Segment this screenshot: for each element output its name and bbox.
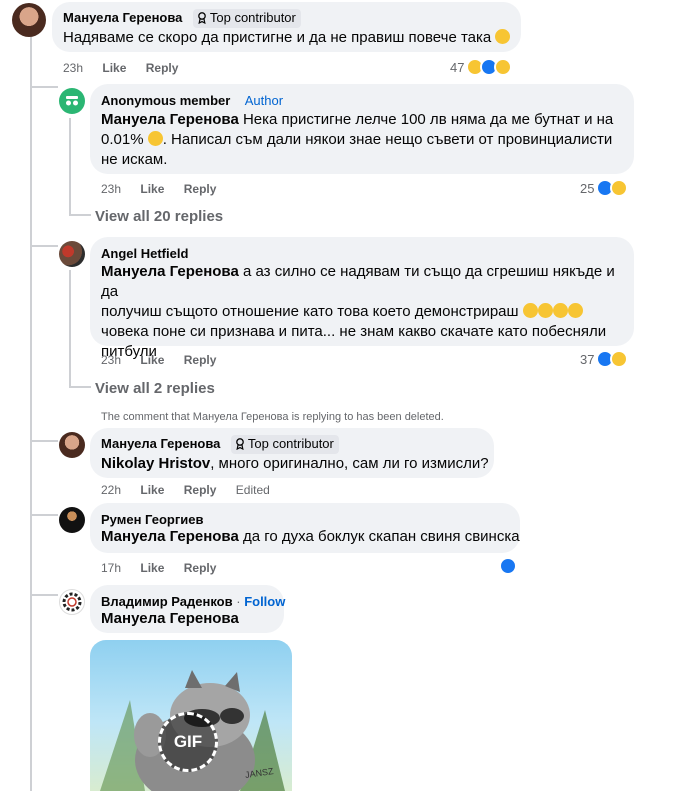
thread-line-reply1 [69,118,71,214]
thread-line-main [30,36,32,791]
reaction-count: 25 [580,180,595,196]
thread-connector-view2 [69,386,91,388]
comment-text: получиш същото отношение като това което… [101,303,519,320]
reaction-count: 37 [580,351,595,367]
award-icon [235,438,245,453]
rofl-emoji-icon [522,303,538,318]
thread-connector-3 [30,440,58,442]
comment-header: Anonymous member Author [101,92,283,110]
top-contributor-badge: Top contributor [192,9,301,28]
edited-label: Edited [235,483,270,497]
author-tag: Author [244,93,284,108]
reaction-summary[interactable]: 47 [450,58,513,76]
like-button[interactable]: Like [102,61,126,75]
comment-text: , много оригинално, сам ли го измисли? [210,455,489,472]
mention-link[interactable]: Мануела Геренова [101,263,239,280]
reply-button[interactable]: Reply [146,61,179,75]
comment-text: човека поне си признава и пита... не зна… [101,323,607,340]
comment-time[interactable]: 23h [101,353,121,367]
wow-reaction-icon [494,58,513,76]
comment-time[interactable]: 23h [101,182,121,196]
reply-button[interactable]: Reply [184,561,217,575]
comment-meta: 17h Like Reply [101,561,232,575]
comment-time[interactable]: 23h [63,61,83,75]
like-button[interactable]: Like [140,483,164,497]
reaction-summary[interactable]: 25 [580,179,629,197]
avatar[interactable] [12,3,46,37]
haha-reaction-icon [610,179,629,197]
mention-link[interactable]: Мануела Геренова [101,610,239,627]
like-reaction-icon [499,557,517,575]
comment-meta: 23h Like Reply [63,61,194,75]
comment-time[interactable]: 22h [101,483,121,497]
comment-author[interactable]: Владимир Раденков [101,594,233,609]
like-button[interactable]: Like [140,353,164,367]
comment-text-wrap: Nikolay Hristov, много оригинално, сам л… [101,454,489,474]
like-button[interactable]: Like [140,182,164,196]
follow-button[interactable]: Follow [244,594,285,609]
comment-author[interactable]: Мануела Геренова [101,436,220,451]
like-button[interactable]: Like [140,561,164,575]
comment-text-wrap: Мануела Геренова Нека пристигне лелче 10… [101,110,626,170]
rofl-emoji-icon [552,303,568,318]
avatar[interactable] [59,241,85,267]
top-contributor-badge: Top contributor [230,435,339,454]
anonymous-icon [66,96,78,106]
laughing-emoji-icon [147,131,163,146]
gif-play-badge[interactable]: GIF [158,712,218,772]
comment-text-wrap: Мануела Геренова а аз силно се надявам т… [101,262,626,362]
comment-header: Мануела Геренова Top contributor [63,9,301,28]
comment-header: Angel Hetfield [101,245,188,263]
comment-author[interactable]: Мануела Геренова [63,10,182,25]
comment-text: 0.01% [101,131,144,148]
comment-author[interactable]: Angel Hetfield [101,246,188,261]
gear-logo-icon [62,592,82,612]
comment-meta: 22h Like Reply Edited [101,483,286,497]
mention-link[interactable]: Мануела Геренова [101,528,239,545]
comment-text: . Написал съм дали някои знае нещо съвет… [162,131,613,148]
avatar[interactable] [59,589,85,615]
thread-connector-1 [30,86,58,88]
reaction-summary[interactable] [499,557,517,575]
reply-button[interactable]: Reply [184,483,217,497]
deleted-notice: The comment that Мануела Геренова is rep… [101,411,444,423]
avatar[interactable] [59,432,85,458]
comment-text-wrap: Надяваме се скоро да пристигне и да не п… [63,28,511,48]
thread-connector-2 [30,245,58,247]
haha-reaction-icon [610,350,629,368]
avatar[interactable] [59,507,85,533]
view-replies-link[interactable]: View all 2 replies [95,380,215,397]
mention-link[interactable]: Мануела Геренова [101,111,239,128]
comment-text: Нека пристигне лелче 100 лв няма да ме б… [238,111,614,128]
comment-text-wrap: Мануела Геренова [101,609,239,629]
rofl-emoji-icon [537,303,553,318]
comment-text-wrap: Мануела Геренова да го духа боклук скапа… [101,527,520,547]
thread-connector-5 [30,594,58,596]
gif-label: GIF [173,732,203,751]
smile-emoji-icon [495,29,511,44]
comment-text: да го духа боклук скапан свиня свинска [238,528,520,545]
comment-meta: 23h Like Reply [101,353,232,367]
thread-line-reply2 [69,270,71,386]
comment-text: не искам. [101,151,168,168]
reaction-summary[interactable]: 37 [580,350,629,368]
reply-button[interactable]: Reply [184,182,217,196]
view-replies-link[interactable]: View all 20 replies [95,208,223,225]
mention-link[interactable]: Nikolay Hristov [101,455,210,472]
comment-time[interactable]: 17h [101,561,121,575]
comment-header: Мануела Геренова Top contributor [101,435,339,454]
thread-connector-4 [30,514,58,516]
reaction-count: 47 [450,59,465,75]
reply-button[interactable]: Reply [184,353,217,367]
follow-separator: · [232,594,245,609]
rofl-emoji-icon [567,303,583,318]
comment-author[interactable]: Anonymous member [101,93,230,108]
comment-author[interactable]: Румен Георгиев [101,512,204,527]
comment-text: Надяваме се скоро да пристигне и да не п… [63,29,492,46]
thread-connector-view1 [69,214,91,216]
gif-attachment[interactable]: GIF JANSZ [90,640,292,791]
anonymous-avatar [59,88,85,114]
comment-meta: 23h Like Reply [101,182,232,196]
award-icon [197,12,207,27]
